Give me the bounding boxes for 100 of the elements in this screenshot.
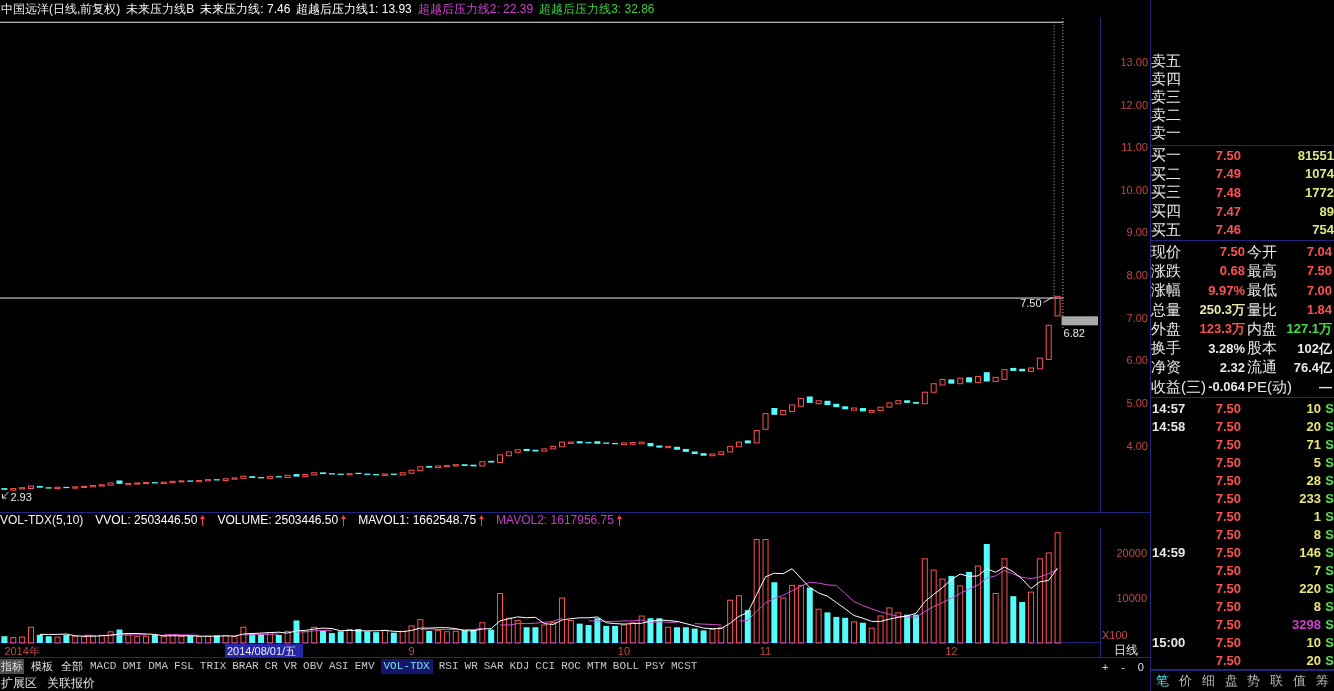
bid-price: 7.47: [1215, 203, 1241, 219]
trade-side: S: [1325, 454, 1334, 470]
quote-label: 最高: [1247, 262, 1277, 279]
trade-price: 7.50: [1215, 652, 1241, 668]
trade-volume: 7: [1313, 562, 1321, 578]
bid-label: 买二: [1151, 165, 1181, 182]
mode-tab[interactable]: 指标: [0, 659, 24, 674]
zoom-button[interactable]: -: [1119, 659, 1127, 674]
bid-volume: 89: [1319, 203, 1334, 219]
quote-value: 7.00: [1306, 282, 1332, 298]
trade-time: 14:59: [1151, 544, 1186, 560]
volume-axis-label: 10000: [1116, 592, 1147, 604]
price-axis-label: 13.00: [1120, 55, 1148, 68]
trade-side: S: [1325, 418, 1334, 434]
zoom-button[interactable]: +: [1100, 659, 1111, 674]
trade-volume: 3298: [1292, 616, 1321, 632]
date-axis-label: 2014年: [4, 645, 40, 657]
quote-value: -0.064: [1208, 379, 1245, 395]
indicator-tab[interactable]: OBV: [303, 659, 323, 674]
indicator-tab[interactable]: BOLL: [612, 659, 640, 674]
indicator-tab[interactable]: DMI: [122, 659, 143, 674]
bid-volume: 1074: [1305, 166, 1334, 182]
indicator-tab[interactable]: BRAR: [232, 659, 259, 674]
period-button[interactable]: 日线: [1112, 643, 1139, 657]
indicator-tab[interactable]: MCST: [671, 659, 698, 674]
price-axis-label: 6.00: [1126, 354, 1148, 367]
indicator-value: VOLUME: 2503446.50: [217, 514, 339, 527]
panel-tab[interactable]: 值: [1292, 673, 1308, 689]
trade-side: S: [1325, 508, 1334, 524]
trade-price: 7.50: [1215, 580, 1241, 596]
quote-label: 股本: [1247, 340, 1277, 357]
quote-label: 总量: [1151, 301, 1181, 318]
chart-title: 中国远洋(日线,前复权): [1, 2, 121, 16]
indicator-value: 超越后压力线2: 22.39: [417, 2, 534, 16]
date-axis-label: 9: [408, 645, 415, 657]
quote-value: 1.84: [1306, 302, 1332, 318]
trade-side: S: [1325, 436, 1334, 452]
bid-price: 7.49: [1215, 166, 1241, 182]
date-axis-label: 12: [945, 645, 958, 657]
trade-side: S: [1325, 616, 1334, 632]
indicator-tab[interactable]: ASI: [328, 659, 349, 674]
trade-price: 7.50: [1215, 562, 1241, 578]
panel-tab[interactable]: 联: [1269, 673, 1285, 689]
trade-price: 7.50: [1215, 526, 1241, 542]
panel-tab[interactable]: 势: [1246, 673, 1262, 689]
ask-label: 卖四: [1151, 71, 1181, 87]
mode-tab[interactable]: 全部: [60, 659, 84, 674]
price-axis-label: 7.00: [1126, 311, 1148, 324]
bid-price: 7.48: [1215, 185, 1241, 200]
indicator-tab[interactable]: VOL-TDX: [380, 659, 433, 674]
panel-tab[interactable]: 细: [1200, 673, 1216, 689]
indicator-tab[interactable]: WR: [464, 659, 478, 674]
bottom-tab[interactable]: 扩展区: [0, 676, 38, 690]
panel-tab[interactable]: 筹: [1315, 673, 1331, 689]
indicator-tab[interactable]: RSI: [438, 659, 459, 674]
zoom-button[interactable]: 0: [1135, 659, 1146, 674]
bid-label: 买一: [1151, 147, 1181, 164]
indicator-name: 未来压力线B: [126, 2, 195, 16]
quote-value: 127.1万: [1286, 321, 1332, 337]
indicator-tab[interactable]: FSL: [174, 659, 194, 674]
trade-side: S: [1325, 598, 1334, 614]
indicator-tab[interactable]: CCI: [535, 659, 556, 674]
indicator-tab[interactable]: VR: [283, 659, 298, 674]
indicator-tab[interactable]: DMA: [148, 659, 169, 674]
trade-volume: 10: [1306, 400, 1321, 416]
trade-price: 7.50: [1215, 634, 1241, 650]
bid-label: 买三: [1151, 184, 1181, 201]
trade-volume: 1: [1313, 508, 1321, 524]
trade-side: S: [1325, 544, 1334, 560]
panel-tab[interactable]: 笔: [1154, 673, 1170, 689]
indicator-tab[interactable]: ROC: [561, 659, 581, 674]
indicator-tab[interactable]: TRIX: [199, 659, 227, 674]
indicator-tab[interactable]: KDJ: [509, 659, 530, 674]
trade-time: 14:58: [1151, 418, 1186, 434]
bottom-tab[interactable]: 关联报价: [46, 676, 96, 690]
indicator-tab[interactable]: SAR: [483, 659, 504, 674]
price-tag: 6.82: [1061, 316, 1098, 340]
panel-tab[interactable]: 盘: [1223, 673, 1239, 689]
price-axis-label: 12.00: [1120, 98, 1148, 111]
quote-label: 流通: [1247, 359, 1277, 376]
quote-value: 9.97%: [1208, 282, 1245, 298]
quote-value: 102亿: [1297, 340, 1332, 356]
price-label: 2.93: [10, 491, 32, 504]
quote-value: 7.04: [1306, 244, 1332, 260]
indicator-tab[interactable]: MACD: [90, 659, 117, 674]
indicator-tab[interactable]: PSY: [645, 659, 665, 674]
bid-volume: 1772: [1305, 185, 1334, 200]
trade-volume: 8: [1313, 526, 1321, 542]
quote-value: 7.50: [1219, 244, 1245, 260]
quote-value: 0.68: [1219, 263, 1245, 279]
panel-tab[interactable]: 价: [1177, 673, 1193, 689]
indicator-tab[interactable]: CR: [264, 659, 278, 674]
quote-label: 换手: [1151, 340, 1181, 357]
indicator-tab[interactable]: EMV: [354, 659, 375, 674]
arrow-icon: [1, 491, 9, 499]
mode-tab[interactable]: 模板: [30, 659, 54, 674]
trade-price: 7.50: [1215, 616, 1241, 632]
quote-label: 收益(三): [1151, 378, 1206, 395]
indicator-value: 未来压力线: 7.46: [200, 2, 291, 16]
indicator-tab[interactable]: MTM: [587, 659, 607, 674]
